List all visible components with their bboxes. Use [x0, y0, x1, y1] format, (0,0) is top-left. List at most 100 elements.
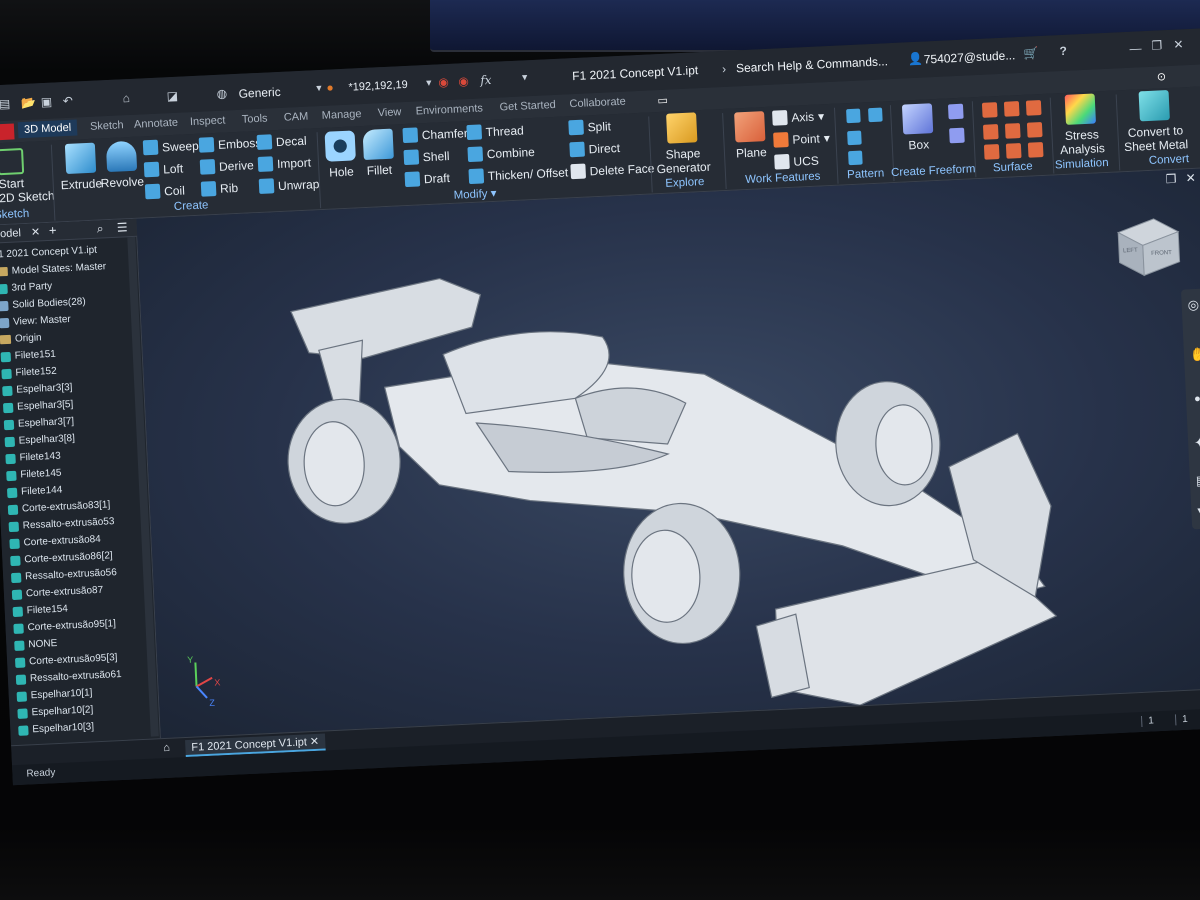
tree-item[interactable]: Espelhar3[8]	[4, 433, 76, 447]
hole-button[interactable]: Hole	[324, 130, 357, 180]
coil-button[interactable]: Coil	[144, 182, 185, 200]
viewcube[interactable]: LEFT FRONT	[1116, 218, 1181, 277]
look-at-icon[interactable]: ▤	[1196, 473, 1200, 490]
tree-item[interactable]: NONE	[14, 638, 58, 651]
boundary-patch-icon[interactable]	[983, 144, 1000, 160]
extend-icon[interactable]	[1004, 123, 1021, 139]
repair-bodies-icon[interactable]	[1027, 141, 1044, 158]
tab-view[interactable]: View	[377, 106, 401, 119]
sketch-pattern-icon[interactable]	[848, 150, 863, 166]
customize-qat-icon[interactable]: ▼	[520, 72, 529, 82]
unwrap-button[interactable]: Unwrap	[258, 176, 320, 194]
axis-button[interactable]: Axis ▾	[772, 108, 824, 126]
appearance-selector[interactable]: Generic	[238, 85, 281, 101]
color-override-field[interactable]: *192,192,19	[348, 79, 408, 94]
undo-icon[interactable]: ↶	[62, 94, 73, 108]
tree-item[interactable]: Espelhar3[5]	[2, 399, 74, 413]
trim-icon[interactable]	[982, 124, 999, 140]
close-view-icon[interactable]: ✕	[1185, 171, 1196, 185]
tree-item[interactable]: Corte-extrusão95[3]	[14, 652, 118, 668]
help-icon[interactable]: ?	[1059, 44, 1067, 58]
patch-icon[interactable]	[1025, 100, 1042, 116]
fillet-button[interactable]: Fillet	[362, 128, 394, 178]
orbit-icon[interactable]: ✦	[1194, 435, 1200, 451]
restore-icon[interactable]: ❐	[1151, 38, 1162, 52]
tree-item[interactable]: Solid Bodies(28)	[0, 296, 86, 311]
adjust-icon[interactable]: ◉	[438, 75, 449, 89]
stitch-icon[interactable]	[981, 102, 998, 118]
search-help-input[interactable]: Search Help & Commands...	[736, 54, 889, 75]
tab-manage[interactable]: Manage	[322, 108, 362, 122]
chamfer-button[interactable]: Chamfer	[402, 125, 468, 144]
shell-button[interactable]: Shell	[403, 148, 450, 166]
thread-button[interactable]: Thread	[466, 122, 524, 141]
new-file-icon[interactable]: ▤	[0, 97, 11, 112]
close-window-icon[interactable]: ✕	[1173, 37, 1184, 51]
import-button[interactable]: Import	[257, 155, 312, 172]
tree-item[interactable]: Filete144	[6, 485, 63, 499]
menu-icon[interactable]: ☰	[116, 220, 127, 234]
decal-button[interactable]: Decal	[256, 133, 307, 151]
steering-wheel-icon[interactable]: ◎	[1187, 297, 1199, 314]
tab-cam[interactable]: CAM	[284, 111, 309, 124]
draft-button[interactable]: Draft	[404, 170, 451, 188]
tree-item[interactable]: Espelhar10[3]	[18, 721, 94, 736]
convert-sheet-metal-button[interactable]: Convert to Sheet Metal	[1122, 89, 1188, 154]
plane-button[interactable]: Plane	[734, 111, 767, 160]
tree-item[interactable]: Filete152	[1, 366, 57, 380]
tree-item[interactable]: Corte-extrusão84	[9, 534, 101, 549]
tree-item[interactable]: Origin	[0, 332, 42, 345]
tab-sketch[interactable]: Sketch	[90, 119, 124, 133]
tab-get-started[interactable]: Get Started	[499, 99, 556, 114]
freeform-icon[interactable]	[947, 103, 964, 120]
point-button[interactable]: Point ▾	[773, 130, 830, 148]
cart-icon[interactable]: 🛒	[1023, 46, 1039, 61]
split-button[interactable]: Split	[568, 118, 611, 136]
tab-annotate[interactable]: Annotate	[134, 117, 179, 131]
clear-appearance-icon[interactable]: ◉	[458, 74, 469, 88]
thicken-offset-button[interactable]: Thicken/ Offset	[468, 164, 569, 185]
tree-root[interactable]: F1 2021 Concept V1.ipt	[0, 245, 97, 261]
freeform-face-icon[interactable]	[949, 127, 965, 144]
tab-tools[interactable]: Tools	[242, 112, 268, 125]
file-menu-button[interactable]	[0, 123, 15, 141]
loft-button[interactable]: Loft	[143, 161, 184, 178]
tree-item[interactable]: Corte-extrusão83[1]	[7, 499, 111, 515]
box-button[interactable]: Box	[901, 103, 934, 152]
save-icon[interactable]: ▣	[40, 95, 52, 110]
tree-item[interactable]: Ressalto-extrusão53	[8, 516, 115, 532]
tab-inspect[interactable]: Inspect	[190, 114, 226, 128]
browser-tab-model[interactable]: Model	[0, 227, 21, 240]
tree-item[interactable]: Ressalto-extrusão56	[10, 567, 117, 583]
sweep-button[interactable]: Sweep	[142, 138, 199, 156]
close-tab-icon[interactable]: ✕	[310, 736, 320, 748]
home-icon[interactable]: ⌂	[122, 91, 130, 105]
ribbon-toggle-icon[interactable]: ▭	[657, 94, 668, 107]
user-account[interactable]: 754027@stude...	[923, 48, 1015, 66]
delete-face-button[interactable]: Delete Face	[570, 160, 655, 180]
ucs-button[interactable]: UCS	[774, 153, 819, 170]
tree-item[interactable]: Filete154	[12, 603, 68, 617]
minimize-icon[interactable]: —	[1129, 41, 1142, 56]
emboss-button[interactable]: Emboss	[198, 135, 262, 153]
rib-button[interactable]: Rib	[200, 180, 239, 197]
search-icon[interactable]: ⌕	[97, 221, 104, 236]
revolve-button[interactable]: Revolve	[99, 140, 144, 190]
direct-button[interactable]: Direct	[569, 140, 620, 158]
add-tab-icon[interactable]: +	[49, 223, 57, 238]
sculpt-icon[interactable]	[1003, 101, 1020, 117]
ribbon-options-icon[interactable]: ⊙	[1157, 70, 1167, 83]
pan-icon[interactable]: ✋	[1190, 347, 1200, 364]
close-icon[interactable]: ✕	[31, 225, 41, 238]
graphics-viewport[interactable]: X Y Z LEFT FRONT ◎ ✋ ● ✦ ▤ ▾ ❐ ✕	[136, 167, 1200, 739]
material-icon[interactable]: ◍	[216, 86, 227, 100]
update-icon[interactable]: ◪	[166, 89, 178, 104]
ruled-surface-icon[interactable]	[1005, 143, 1022, 159]
tree-item[interactable]: Espelhar3[7]	[3, 416, 75, 430]
open-file-icon[interactable]: 📂	[21, 95, 37, 110]
modify-group-label[interactable]: Modify ▾	[453, 186, 496, 202]
tree-item[interactable]: Filete151	[0, 349, 57, 363]
home-tab-icon[interactable]: ⌂	[163, 742, 170, 754]
user-icon[interactable]: 👤	[907, 52, 923, 67]
tree-item[interactable]: Corte-extrusão87	[11, 585, 103, 600]
